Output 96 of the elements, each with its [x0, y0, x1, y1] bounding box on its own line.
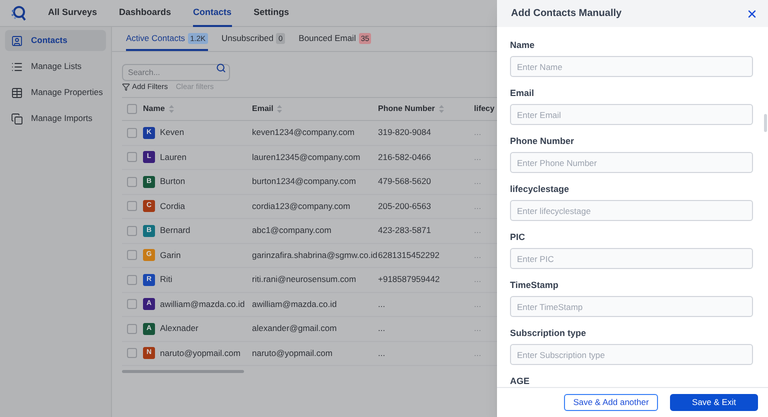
sort-icon[interactable] — [168, 105, 174, 113]
table-cell-text: 423-283-5871 — [378, 224, 432, 238]
field-label: lifecyclestage — [510, 184, 570, 195]
table-cell: garinzafira.shabrina@sgmw.co.id — [252, 248, 378, 262]
nav-tab[interactable]: Contacts — [193, 0, 232, 26]
table-cell-text: ... — [378, 346, 386, 360]
nav-tab[interactable]: Dashboards — [119, 0, 172, 26]
checkbox[interactable] — [127, 176, 137, 187]
filter-icon — [122, 83, 130, 91]
checkbox[interactable] — [127, 104, 137, 114]
checkbox[interactable] — [127, 299, 137, 310]
horizontal-scrollbar[interactable] — [122, 370, 244, 373]
vertical-scrollbar[interactable] — [764, 114, 767, 132]
tab-label: Unsubscribed — [222, 32, 274, 45]
save-exit-button[interactable]: Save & Exit — [670, 394, 758, 411]
table-cell: Burton — [160, 175, 186, 188]
checkbox[interactable] — [127, 250, 137, 260]
table-cell: Garin — [160, 248, 181, 262]
table-cell-text: 6281315452292 — [378, 248, 440, 262]
table-cell-text: 479-568-5620 — [378, 175, 432, 188]
input-field[interactable]: Enter lifecyclestage — [510, 200, 753, 221]
search-icon[interactable] — [216, 62, 226, 72]
table-cell: Keven — [160, 126, 184, 140]
save-add-button[interactable]: Save & Add another — [564, 394, 658, 411]
table-cell-text: keven1234@company.com — [252, 126, 356, 140]
stacked-pages-icon — [11, 112, 23, 124]
table-cell: Alexnader — [160, 322, 198, 336]
table-cell-text: ... — [378, 298, 386, 311]
table-cell-text: ... — [474, 126, 482, 140]
nav-tab[interactable]: All Surveys — [48, 0, 98, 26]
column-header: lifecy — [474, 103, 494, 115]
table-cell: Bernard — [160, 224, 190, 238]
tab-label: Active Contacts — [126, 32, 186, 45]
table-cell-text: +918587959442 — [378, 273, 441, 286]
table-cell: Cordia — [160, 200, 186, 213]
table-cell-text: ... — [474, 248, 482, 262]
logo-icon[interactable] — [10, 5, 26, 21]
search-field[interactable]: Search... — [122, 64, 230, 81]
column-header: Name — [143, 103, 165, 115]
tab-label: Bounced Email — [298, 32, 356, 45]
table-cell-text: awilliam@mazda.co.id — [252, 298, 338, 311]
drawer-title: Add Contacts Manually — [511, 7, 622, 21]
table-cell-text: abc1@company.com — [252, 224, 332, 238]
field-label: Name — [510, 40, 536, 51]
contact-card-icon — [11, 34, 23, 46]
checkbox[interactable] — [127, 226, 137, 236]
checkbox[interactable] — [127, 128, 137, 138]
field-label: PIC — [510, 232, 526, 243]
field-label: TimeStamp — [510, 280, 560, 291]
nav-tab[interactable]: Settings — [254, 0, 290, 26]
table-icon — [11, 86, 23, 98]
field-label: Email — [510, 88, 536, 99]
checkbox[interactable] — [127, 201, 137, 212]
input-field[interactable]: Enter TimeStamp — [510, 296, 753, 317]
field-label: Phone Number — [510, 136, 576, 147]
table-cell-text: 205-200-6563 — [378, 200, 432, 213]
table-cell-text: ... — [474, 298, 482, 311]
input-field[interactable]: Enter Email — [510, 104, 753, 125]
table-cell-text: 319-820-9084 — [378, 126, 432, 140]
table-cell-text: ... — [474, 175, 482, 188]
checkbox[interactable] — [127, 274, 137, 285]
table-cell: awilliam@mazda.co.id — [160, 298, 245, 311]
table-cell-text: ... — [474, 150, 482, 164]
sidebar-item[interactable]: Manage Imports — [5, 108, 106, 129]
sidebar-item[interactable]: Manage Lists — [5, 56, 106, 77]
checkbox[interactable] — [127, 324, 137, 334]
table-cell-text: ... — [378, 322, 386, 336]
input-field[interactable]: Enter PIC — [510, 248, 753, 269]
table-cell: Riti — [160, 273, 172, 286]
field-label: Subscription type — [510, 328, 588, 339]
input-field[interactable]: Enter Name — [510, 56, 753, 77]
table-cell-text: ... — [474, 273, 482, 286]
table-cell-text: burton1234@company.com — [252, 175, 357, 188]
input-field[interactable]: Enter Phone Number — [510, 152, 753, 173]
table-cell-text: cordia123@company.com — [252, 200, 352, 213]
table-cell-text: ... — [474, 224, 482, 238]
table-cell-text: 216-582-0466 — [378, 150, 432, 164]
column-header: Email — [252, 103, 274, 115]
table-cell: naruto@yopmail.com — [160, 346, 240, 360]
close-icon[interactable] — [746, 8, 758, 20]
sidebar-item[interactable]: Manage Properties — [5, 82, 106, 103]
input-field[interactable]: Enter Subscription type — [510, 344, 753, 365]
table-cell-text: lauren12345@company.com — [252, 150, 362, 164]
checkbox[interactable] — [127, 348, 137, 358]
table-cell: Lauren — [160, 150, 186, 164]
table-cell-text: ... — [474, 200, 482, 213]
field-label: AGE — [510, 376, 531, 387]
table-cell-text: alexander@gmail.com — [252, 322, 338, 336]
table-cell-text: ... — [474, 346, 482, 360]
sort-icon[interactable] — [438, 105, 444, 113]
table-cell-text: naruto@yopmail.com — [252, 346, 334, 360]
table-cell-text: riti.rani@neurosensum.com — [252, 273, 358, 286]
sidebar-item[interactable]: Contacts — [5, 30, 106, 51]
sort-icon[interactable] — [277, 105, 282, 113]
column-header: Phone Number — [378, 103, 435, 115]
checkbox[interactable] — [127, 152, 137, 162]
